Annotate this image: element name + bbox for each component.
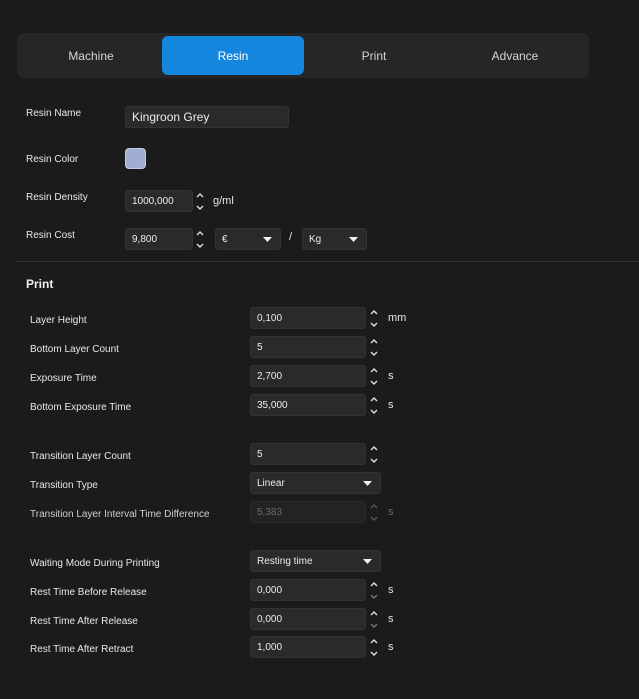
bottom-exposure-stepper[interactable] xyxy=(368,394,380,416)
resin-color-label: Resin Color xyxy=(26,154,79,165)
tab-advance[interactable]: Advance xyxy=(444,36,586,75)
chevron-up-icon[interactable] xyxy=(368,443,380,453)
rest-after-label: Rest Time After Release xyxy=(30,616,138,627)
chevron-up-icon[interactable] xyxy=(368,336,380,346)
layer-height-stepper[interactable] xyxy=(368,307,380,329)
cost-separator: / xyxy=(289,231,293,243)
chevron-up-icon[interactable] xyxy=(368,608,380,618)
density-unit: g/ml xyxy=(213,195,234,207)
chevron-up-icon xyxy=(368,501,380,511)
tab-print[interactable]: Print xyxy=(303,36,445,75)
resin-cost-input[interactable]: 9,800 xyxy=(125,228,193,250)
layer-height-unit: mm xyxy=(388,312,407,324)
chevron-up-icon[interactable] xyxy=(368,365,380,375)
transition-interval-stepper xyxy=(368,501,380,523)
bottom-exposure-unit: s xyxy=(388,399,394,411)
rest-retract-stepper[interactable] xyxy=(368,636,380,658)
bottom-exposure-input[interactable]: 35,000 xyxy=(250,394,366,416)
tab-machine[interactable]: Machine xyxy=(20,36,162,75)
transition-interval-unit: s xyxy=(388,506,394,518)
chevron-up-icon[interactable] xyxy=(194,190,206,200)
caret-down-icon xyxy=(363,559,372,564)
print-section-title: Print xyxy=(26,277,54,291)
chevron-down-icon[interactable] xyxy=(368,348,380,358)
rest-before-unit: s xyxy=(388,584,394,596)
rest-before-input[interactable]: 0,000 xyxy=(250,579,366,601)
currency-value: € xyxy=(222,233,228,245)
chevron-down-icon[interactable] xyxy=(368,319,380,329)
chevron-down-icon[interactable] xyxy=(368,377,380,387)
resin-cost-stepper[interactable] xyxy=(194,228,206,250)
chevron-down-icon[interactable] xyxy=(368,455,380,465)
transition-count-label: Transition Layer Count xyxy=(30,451,131,462)
section-divider xyxy=(17,261,639,262)
rest-retract-input[interactable]: 1,000 xyxy=(250,636,366,658)
weight-unit-value: Kg xyxy=(309,233,322,245)
rest-before-stepper[interactable] xyxy=(368,579,380,601)
bottom-exposure-label: Bottom Exposure Time xyxy=(30,402,132,413)
chevron-down-icon[interactable] xyxy=(368,620,380,630)
rest-retract-label: Rest Time After Retract xyxy=(30,644,134,655)
transition-type-select[interactable]: Linear xyxy=(250,472,381,494)
caret-down-icon xyxy=(349,237,358,242)
tab-resin[interactable]: Resin xyxy=(162,36,304,75)
resin-density-input[interactable]: 1000,000 xyxy=(125,190,193,212)
layer-height-input[interactable]: 0,100 xyxy=(250,307,366,329)
exposure-time-label: Exposure Time xyxy=(30,373,97,384)
rest-before-label: Rest Time Before Release xyxy=(30,587,147,598)
exposure-time-stepper[interactable] xyxy=(368,365,380,387)
transition-count-input[interactable]: 5 xyxy=(250,443,366,465)
layer-height-label: Layer Height xyxy=(30,315,87,326)
resin-cost-label: Resin Cost xyxy=(26,230,75,241)
bottom-layer-count-input[interactable]: 5 xyxy=(250,336,366,358)
bottom-layer-count-stepper[interactable] xyxy=(368,336,380,358)
exposure-time-input[interactable]: 2,700 xyxy=(250,365,366,387)
tab-bar: Machine Resin Print Advance xyxy=(17,33,589,78)
chevron-up-icon[interactable] xyxy=(368,394,380,404)
chevron-up-icon[interactable] xyxy=(194,228,206,238)
chevron-down-icon[interactable] xyxy=(194,240,206,250)
resin-name-label: Resin Name xyxy=(26,108,82,119)
rest-after-input[interactable]: 0,000 xyxy=(250,608,366,630)
resin-name-input[interactable]: Kingroon Grey xyxy=(125,106,289,128)
chevron-down-icon[interactable] xyxy=(368,591,380,601)
resin-density-label: Resin Density xyxy=(26,192,88,203)
transition-interval-label: Transition Layer Interval Time Differenc… xyxy=(30,509,210,520)
rest-retract-unit: s xyxy=(388,641,394,653)
transition-type-value: Linear xyxy=(257,477,285,489)
chevron-up-icon[interactable] xyxy=(368,579,380,589)
chevron-up-icon[interactable] xyxy=(368,307,380,317)
chevron-down-icon[interactable] xyxy=(368,648,380,658)
transition-type-label: Transition Type xyxy=(30,480,98,491)
currency-select[interactable]: € xyxy=(215,228,281,250)
chevron-down-icon[interactable] xyxy=(368,406,380,416)
waiting-mode-label: Waiting Mode During Printing xyxy=(30,558,160,569)
waiting-mode-select[interactable]: Resting time xyxy=(250,550,381,572)
caret-down-icon xyxy=(263,237,272,242)
chevron-up-icon[interactable] xyxy=(368,636,380,646)
chevron-down-icon[interactable] xyxy=(194,202,206,212)
transition-count-stepper[interactable] xyxy=(368,443,380,465)
resin-density-stepper[interactable] xyxy=(194,190,206,212)
transition-interval-input: 5,383 xyxy=(250,501,366,523)
bottom-layer-count-label: Bottom Layer Count xyxy=(30,344,119,355)
waiting-mode-value: Resting time xyxy=(257,555,313,567)
rest-after-unit: s xyxy=(388,613,394,625)
exposure-time-unit: s xyxy=(388,370,394,382)
weight-unit-select[interactable]: Kg xyxy=(302,228,367,250)
rest-after-stepper[interactable] xyxy=(368,608,380,630)
resin-color-swatch[interactable] xyxy=(125,148,146,169)
caret-down-icon xyxy=(363,481,372,486)
chevron-down-icon xyxy=(368,513,380,523)
